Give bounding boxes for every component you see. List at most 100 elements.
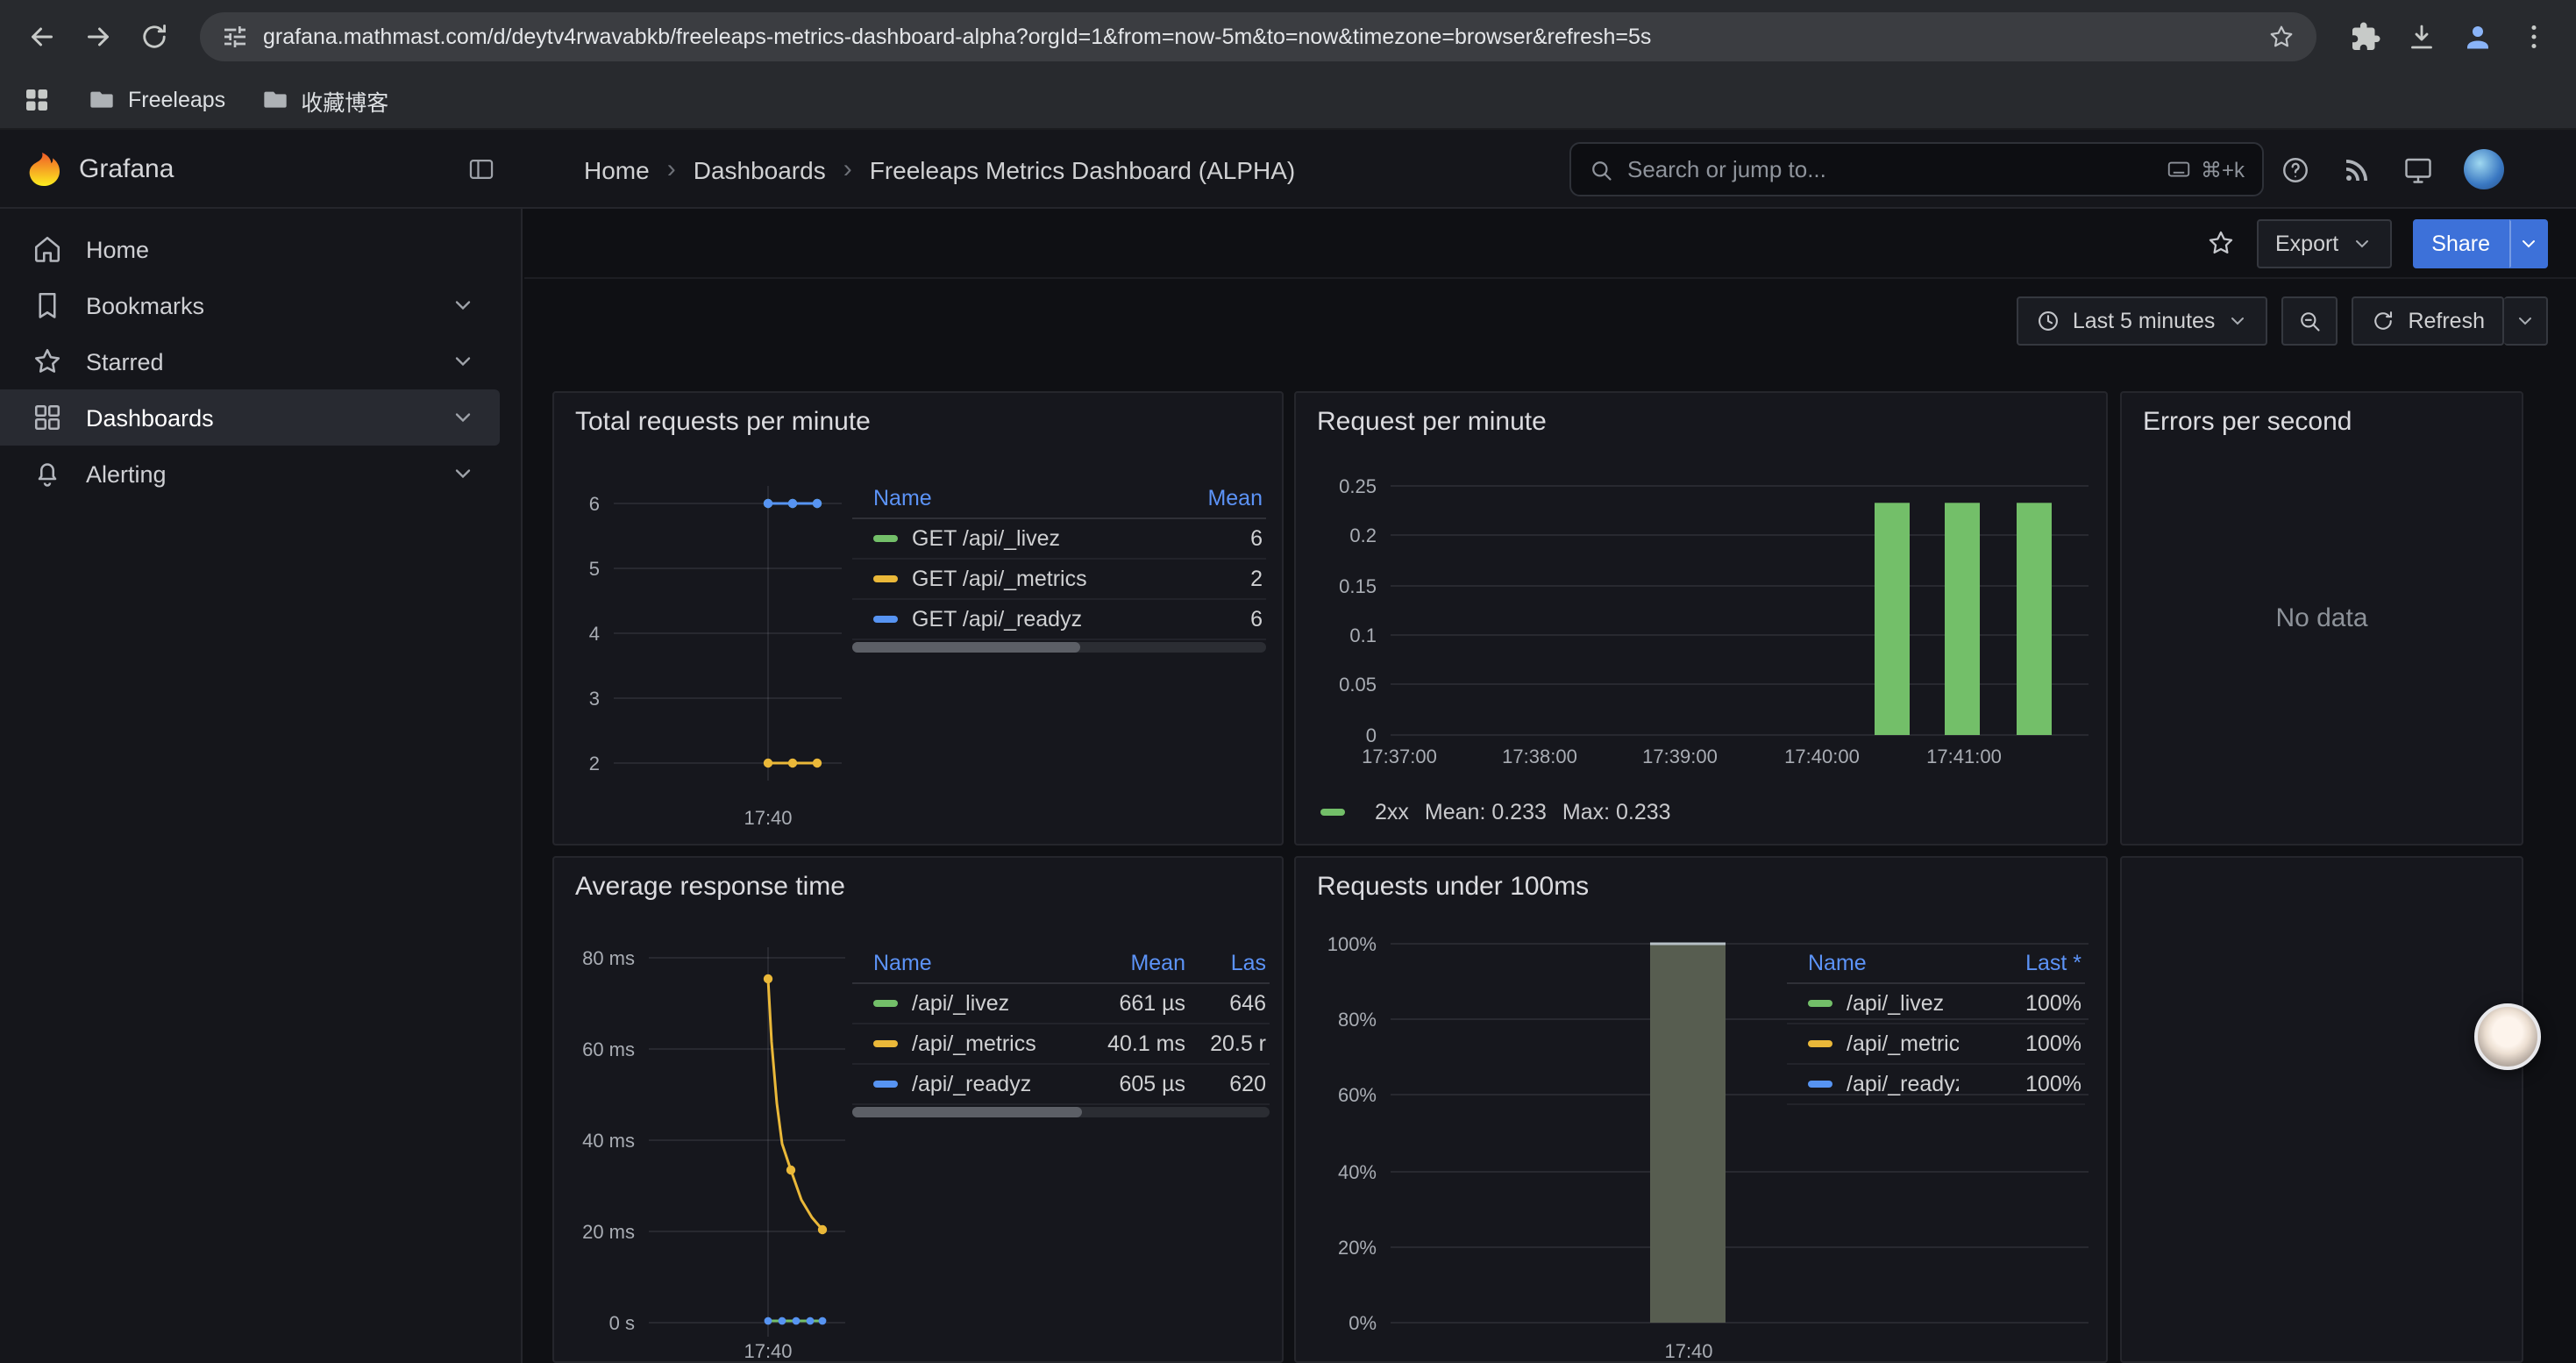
scrollbar-thumb[interactable]: [852, 1107, 1082, 1117]
browser-toolbar: [0, 0, 2576, 72]
series-name-link[interactable]: GET /api/_readyz: [912, 607, 1082, 632]
sidebar-item-label: Dashboards: [86, 404, 214, 431]
table-column-header[interactable]: Name: [1787, 950, 1959, 974]
series-name-link[interactable]: /api/_metrics: [1847, 1031, 1959, 1056]
svg-text:60%: 60%: [1338, 1084, 1377, 1106]
table-scrollbar[interactable]: [852, 1107, 1270, 1117]
svg-text:17:37:00: 17:37:00: [1362, 746, 1437, 767]
chart-legend[interactable]: 2xx Mean: 0.233 Max: 0.233: [1320, 800, 1671, 824]
news-rss-icon[interactable]: [2341, 153, 2373, 185]
forward-button[interactable]: [74, 11, 123, 61]
chevron-down-icon[interactable]: [451, 405, 475, 430]
zoom-out-icon: [2297, 309, 2322, 333]
sidebar-toggle-icon[interactable]: [466, 154, 496, 184]
grafana-brand: Grafana: [79, 130, 174, 209]
refresh-button[interactable]: Refresh: [2352, 296, 2504, 346]
bookmark-folder-freeleaps[interactable]: Freeleaps: [88, 86, 225, 114]
bar-chart[interactable]: 0.250.20.150.10.05017:37:0017:38:0017:39…: [1296, 472, 2108, 788]
help-icon[interactable]: [2280, 153, 2311, 185]
series-name-link[interactable]: /api/_readyz: [912, 1072, 1031, 1096]
refresh-interval-button[interactable]: [2504, 296, 2548, 346]
export-button[interactable]: Export: [2256, 218, 2391, 268]
panel-title[interactable]: Total requests per minute: [575, 407, 871, 437]
table-cell: 20.5 r: [1189, 1031, 1270, 1056]
sidebar-item-alerting[interactable]: Alerting: [0, 446, 500, 502]
svg-text:0.1: 0.1: [1349, 624, 1377, 646]
share-menu-button[interactable]: [2509, 218, 2548, 268]
series-name-link[interactable]: /api/_readyz: [1847, 1072, 1959, 1096]
user-avatar[interactable]: [2464, 149, 2504, 189]
address-bar[interactable]: [200, 11, 2316, 61]
series-name-link[interactable]: /api/_livez: [1847, 991, 1944, 1016]
bookmark-folder-blogs[interactable]: 收藏博客: [260, 83, 388, 117]
series-color-dash: [1808, 1000, 1832, 1007]
chevron-down-icon[interactable]: [451, 293, 475, 318]
chevron-down-icon[interactable]: [451, 461, 475, 486]
search-box[interactable]: ⌘+k: [1569, 142, 2264, 196]
time-range-picker[interactable]: Last 5 minutes: [2017, 296, 2268, 346]
site-info-icon[interactable]: [221, 22, 249, 50]
svg-text:17:40:00: 17:40:00: [1784, 746, 1860, 767]
table-cell: GET /api/_metrics: [852, 567, 1175, 591]
back-icon: [26, 20, 58, 52]
svg-text:17:41:00: 17:41:00: [1926, 746, 2002, 767]
table-column-header[interactable]: Las: [1189, 950, 1270, 974]
table-scrollbar[interactable]: [852, 642, 1266, 653]
table-column-header[interactable]: Name: [852, 950, 1073, 974]
apps-grid-icon[interactable]: [21, 84, 53, 116]
panel-title[interactable]: Requests under 100ms: [1317, 872, 1589, 902]
zoom-out-button[interactable]: [2281, 296, 2338, 346]
table-column-header[interactable]: Mean: [1073, 950, 1189, 974]
sidebar-item-dashboards[interactable]: Dashboards: [0, 389, 500, 446]
svg-text:5: 5: [589, 558, 600, 580]
sidebar-item-label: Bookmarks: [86, 292, 204, 318]
series-color-dash: [1320, 809, 1345, 816]
breadcrumb-item[interactable]: Dashboards: [694, 155, 826, 183]
browser-menu-icon[interactable]: [2509, 11, 2558, 61]
series-name-link[interactable]: GET /api/_livez: [912, 526, 1060, 551]
table-column-header[interactable]: Name: [852, 485, 1175, 510]
series-name-link[interactable]: /api/_metrics: [912, 1031, 1036, 1056]
series-color-dash: [873, 616, 898, 623]
assistant-avatar[interactable]: [2474, 1003, 2541, 1070]
home-icon: [32, 233, 63, 265]
table-column-header[interactable]: Mean: [1175, 485, 1266, 510]
search-input[interactable]: [1627, 156, 2152, 182]
table-cell: 100%: [1959, 1072, 2085, 1096]
sidebar-item-home[interactable]: Home: [0, 221, 500, 277]
series-name-link[interactable]: GET /api/_metrics: [912, 567, 1087, 591]
favorite-star-icon[interactable]: [2205, 228, 2235, 258]
breadcrumb-separator: ›: [843, 154, 852, 184]
refresh-button-group: Refresh: [2352, 296, 2548, 346]
grafana-logo-icon[interactable]: [23, 147, 65, 189]
timeseries-chart[interactable]: 6543217:40: [554, 472, 852, 844]
sidebar-item-bookmarks[interactable]: Bookmarks: [0, 277, 500, 333]
table-column-header[interactable]: Last *: [1959, 950, 2085, 974]
sidebar-item-starred[interactable]: Starred: [0, 333, 500, 389]
panel-title[interactable]: Average response time: [575, 872, 845, 902]
downloads-icon[interactable]: [2397, 11, 2446, 61]
panel-average-response-time: Average response time 80 ms60 ms40 ms20 …: [552, 856, 1284, 1363]
breadcrumb-item[interactable]: Home: [584, 155, 650, 183]
chevron-down-icon: [2227, 310, 2248, 332]
reload-button[interactable]: [130, 11, 179, 61]
breadcrumb-item[interactable]: Freeleaps Metrics Dashboard (ALPHA): [870, 155, 1296, 183]
url-input[interactable]: [263, 24, 2253, 48]
chevron-down-icon[interactable]: [451, 349, 475, 374]
panel-title[interactable]: Request per minute: [1317, 407, 1547, 437]
timeseries-chart[interactable]: 80 ms60 ms40 ms20 ms0 s17:40: [554, 937, 852, 1363]
reload-icon: [139, 20, 170, 52]
series-name-link[interactable]: /api/_livez: [912, 991, 1009, 1016]
share-button[interactable]: Share: [2412, 218, 2509, 268]
monitor-icon[interactable]: [2402, 153, 2434, 185]
back-button[interactable]: [18, 11, 67, 61]
time-controls-bar: Last 5 minutes Refresh: [524, 279, 2576, 363]
profile-avatar[interactable]: [2453, 11, 2502, 61]
table-cell: 40.1 ms: [1073, 1031, 1189, 1056]
legend-series-label[interactable]: 2xx: [1375, 800, 1409, 824]
extensions-icon[interactable]: [2341, 11, 2390, 61]
svg-text:40%: 40%: [1338, 1161, 1377, 1183]
scrollbar-thumb[interactable]: [852, 642, 1080, 653]
bookmark-star-icon[interactable]: [2267, 22, 2295, 50]
grafana-header: Grafana Home›Dashboards›Freeleaps Metric…: [0, 130, 2576, 209]
